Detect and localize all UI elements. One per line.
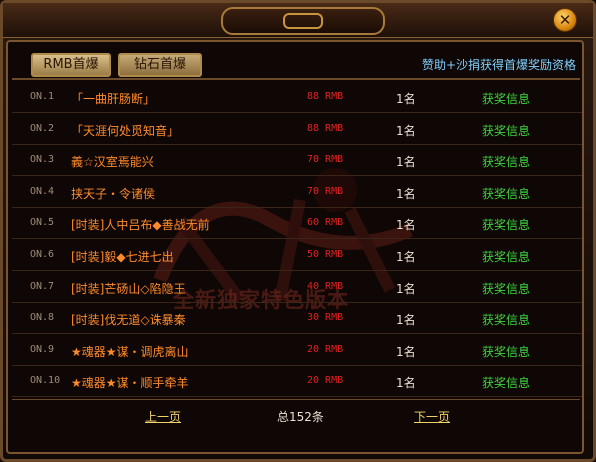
prize-info-link[interactable]: 获奖信息 — [482, 343, 530, 360]
table-row: ON.4 挟天子・令诸侯 70 RMB 1名 获奖信息 — [12, 177, 582, 208]
winner-count: 1名 — [396, 123, 416, 138]
rank-label: ON.10 — [30, 375, 61, 387]
rank-label: ON.1 — [30, 91, 55, 102]
item-name: 義☆汉室焉能兴 — [71, 155, 154, 170]
prize-info-link[interactable]: 获奖信息 — [482, 311, 530, 328]
reward-amount: 40 RMB — [307, 280, 344, 292]
winner-count: 1名 — [396, 155, 416, 170]
item-name: [时装]人中吕布◆善战无前 — [71, 218, 210, 233]
reward-amount: 20 RMB — [307, 375, 344, 387]
item-name: [时装]毅◆七进七出 — [71, 250, 174, 264]
tab-diamond-first-drop[interactable]: 钻石首爆 — [118, 53, 202, 77]
winner-count: 1名 — [396, 92, 416, 106]
table-row: ON.7 [时装]芒砀山◇陷隐王 40 RMB 1名 获奖信息 — [12, 272, 582, 303]
table-row: ON.9 ★魂器★谋・调虎离山 20 RMB 1名 获奖信息 — [12, 335, 582, 366]
winner-count: 1名 — [396, 281, 416, 296]
prize-info-link[interactable]: 获奖信息 — [482, 185, 530, 202]
title-bar — [3, 3, 593, 38]
winner-count: 1名 — [396, 313, 416, 328]
rank-label: ON.2 — [30, 122, 55, 134]
rank-label: ON.7 — [30, 280, 55, 292]
table-row: ON.8 [时装]伐无道◇诛暴秦 30 RMB 1名 获奖信息 — [12, 303, 582, 335]
table-row: ON.10 ★魂器★谋・顺手牵羊 20 RMB 1名 获奖信息 — [12, 366, 582, 398]
reward-amount: 70 RMB — [307, 154, 344, 166]
prize-info-link[interactable]: 获奖信息 — [482, 248, 530, 265]
prev-page-link[interactable]: 上一页 — [145, 408, 181, 425]
reward-amount: 88 RMB — [307, 91, 344, 102]
item-name: 「天涯何处觅知音」 — [71, 123, 180, 138]
close-button[interactable]: ✕ — [553, 8, 577, 32]
table-row: ON.2 「天涯何处觅知音」 88 RMB 1名 获奖信息 — [12, 114, 582, 145]
tab-rmb-first-drop[interactable]: RMB首爆 — [31, 53, 111, 77]
item-name: 「一曲肝肠断」 — [71, 92, 156, 106]
table-row: ON.5 [时装]人中吕布◆善战无前 60 RMB 1名 获奖信息 — [12, 208, 582, 240]
prize-info-link[interactable]: 获奖信息 — [482, 90, 530, 107]
item-name: [时装]芒砀山◇陷隐王 — [71, 281, 186, 296]
item-name: ★魂器★谋・顺手牵羊 — [71, 376, 189, 391]
prize-info-link[interactable]: 获奖信息 — [482, 280, 530, 297]
total-count: 总152条 — [277, 410, 324, 424]
item-name: ★魂器★谋・调虎离山 — [71, 344, 189, 359]
item-name: 挟天子・令诸侯 — [71, 186, 156, 201]
item-name: [时装]伐无道◇诛暴秦 — [71, 313, 186, 328]
sponsor-info-text: 赞助+沙捐获得首爆奖励资格 — [421, 58, 576, 72]
reward-amount: 50 RMB — [307, 249, 344, 260]
winner-count: 1名 — [396, 344, 416, 359]
next-page-link[interactable]: 下一页 — [414, 408, 450, 425]
reward-amount: 60 RMB — [307, 217, 344, 229]
reward-amount: 20 RMB — [307, 343, 344, 355]
winner-count: 1名 — [396, 186, 416, 201]
footer-divider — [12, 399, 580, 400]
rank-label: ON.6 — [30, 249, 55, 260]
reward-amount: 88 RMB — [307, 122, 344, 134]
header-divider — [12, 78, 580, 80]
reward-amount: 30 RMB — [307, 312, 344, 324]
table-row: ON.6 [时装]毅◆七进七出 50 RMB 1名 获奖信息 — [12, 240, 582, 271]
reward-amount: 70 RMB — [307, 185, 344, 197]
winner-count: 1名 — [396, 250, 416, 264]
rank-label: ON.5 — [30, 217, 55, 229]
rank-label: ON.8 — [30, 312, 55, 324]
rank-label: ON.9 — [30, 343, 55, 355]
prize-info-link[interactable]: 获奖信息 — [482, 122, 530, 139]
prize-info-link[interactable]: 获奖信息 — [482, 216, 530, 233]
winner-count: 1名 — [396, 376, 416, 391]
rank-label: ON.4 — [30, 185, 55, 197]
winner-count: 1名 — [396, 218, 416, 233]
prize-info-link[interactable]: 获奖信息 — [482, 153, 530, 170]
rank-label: ON.3 — [30, 154, 55, 166]
table-row: ON.1 「一曲肝肠断」 88 RMB 1名 获奖信息 — [12, 82, 582, 113]
table-row: ON.3 義☆汉室焉能兴 70 RMB 1名 获奖信息 — [12, 145, 582, 177]
prize-info-link[interactable]: 获奖信息 — [482, 374, 530, 391]
title-ornament — [221, 7, 385, 35]
